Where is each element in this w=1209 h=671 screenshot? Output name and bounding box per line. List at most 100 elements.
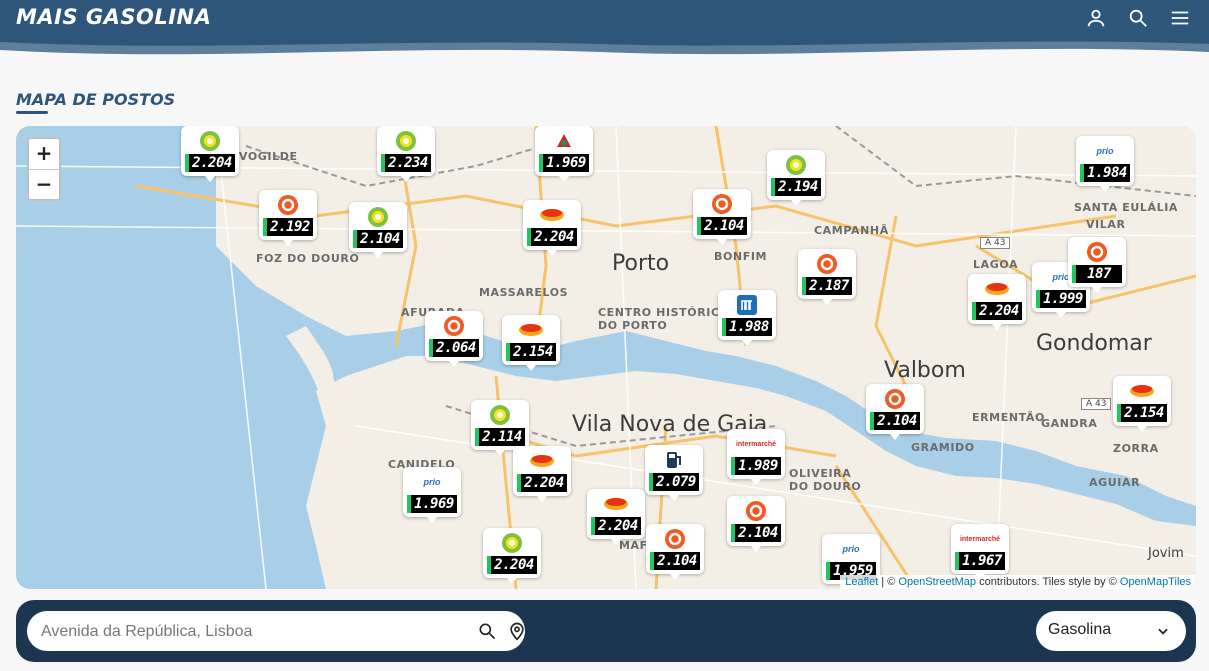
menu-icon[interactable] [1169, 7, 1191, 29]
station-marker-bp[interactable]: 2.204 [181, 126, 239, 182]
station-marker-bp[interactable]: 2.234 [377, 126, 435, 182]
location-pin-icon[interactable] [507, 621, 527, 641]
station-marker-repsol[interactable]: 2.154 [1113, 376, 1171, 432]
fuel-type-select[interactable]: Gasolina [1036, 611, 1186, 651]
station-marker-prio[interactable]: prio 1.984 [1076, 136, 1134, 192]
place-label: CENTRO HISTÓRICO [598, 306, 730, 319]
city-label: Jovim [1148, 546, 1184, 561]
bp-logo-icon [471, 404, 529, 426]
header-wave [0, 34, 1209, 55]
chevron-down-icon [1158, 628, 1168, 635]
attribution-middle: contributors. Tiles style by © [976, 576, 1120, 588]
place-label: ZORRA [1113, 442, 1159, 455]
station-price: 2.187 [802, 277, 852, 295]
station-marker-intermarche[interactable]: intermarché 1.967 [951, 524, 1009, 580]
station-marker-galp[interactable]: 2.104 [866, 384, 924, 440]
station-marker-galp[interactable]: 2.187 [798, 249, 856, 305]
station-price: 2.204 [517, 474, 567, 492]
station-marker-repsol[interactable]: 2.204 [523, 200, 581, 256]
galp-logo-icon [727, 500, 785, 522]
station-price: 2.204 [591, 517, 641, 535]
station-price: 1.989 [731, 457, 781, 475]
search-box [27, 611, 525, 651]
station-price: 2.154 [1117, 404, 1167, 422]
stations-map[interactable]: + − NEVOGILDE FOZ DO DOURO CAMPANHÃ BONFIM C… [16, 126, 1196, 589]
station-marker-repsol[interactable]: 2.204 [968, 274, 1026, 330]
search-icon[interactable] [1127, 7, 1149, 29]
station-price: 2.104 [697, 217, 747, 235]
bp-logo-icon [767, 154, 825, 176]
place-label: GRAMIDO [911, 441, 975, 454]
station-price: 1.984 [1080, 164, 1130, 182]
station-marker-moeve[interactable]: 1.988 [718, 290, 776, 346]
station-price: 2.104 [731, 524, 781, 542]
station-price: 1.969 [407, 495, 457, 513]
station-marker-repsol[interactable]: 2.204 [587, 489, 645, 545]
osm-link[interactable]: OpenStreetMap [898, 576, 976, 588]
station-marker-galp[interactable]: 2.104 [727, 496, 785, 552]
station-price: 2.204 [972, 302, 1022, 320]
repsol-logo-icon [587, 493, 645, 515]
place-label: DO PORTO [598, 319, 668, 332]
station-price: 2.204 [185, 154, 235, 172]
station-price: 2.192 [263, 218, 313, 236]
station-price: 1.999 [1036, 290, 1086, 308]
station-marker-repsol[interactable]: 2.204 [513, 446, 571, 502]
place-label: CAMPANHÃ [814, 224, 889, 237]
zoom-in-button[interactable]: + [29, 139, 59, 170]
repsol-logo-icon [523, 204, 581, 226]
road-shield: A 43 [1081, 398, 1112, 410]
user-icon[interactable] [1085, 7, 1107, 29]
place-label: VILAR [1086, 218, 1126, 231]
bp-logo-icon [181, 130, 239, 152]
station-price: 1.988 [722, 318, 772, 336]
galp-logo-icon [866, 388, 924, 410]
omt-link[interactable]: OpenMapTiles [1120, 576, 1191, 588]
station-price: 1.969 [539, 154, 589, 172]
station-marker-repsol[interactable]: 2.154 [502, 315, 560, 371]
station-price: 2.204 [487, 556, 537, 574]
galp-logo-icon [259, 194, 317, 216]
place-label: LAGOA [973, 258, 1019, 271]
place-label: SANTA EULÁLIA [1074, 201, 1179, 214]
station-marker-galp[interactable]: 2.104 [693, 189, 751, 245]
station-marker-galp[interactable]: 2.064 [425, 311, 483, 367]
search-icon[interactable] [477, 621, 497, 641]
place-label: AGUIAR [1089, 476, 1141, 489]
station-price: 187 [1072, 265, 1122, 283]
station-marker-bp[interactable]: 2.114 [471, 400, 529, 456]
prio-logo-icon: prio [1096, 146, 1114, 156]
station-marker-bp[interactable]: 2.104 [349, 202, 407, 258]
top-header: MAIS GASOLINA [0, 0, 1209, 38]
repsol-logo-icon [502, 319, 560, 341]
station-marker-galp[interactable]: 2.192 [259, 190, 317, 246]
galp-logo-icon [798, 253, 856, 275]
station-marker-galp[interactable]: 187 [1068, 237, 1126, 293]
station-marker-bp[interactable]: 2.204 [483, 528, 541, 584]
zoom-control: + − [27, 137, 61, 201]
station-marker-alves-bandeira[interactable]: 1.969 [535, 126, 593, 182]
station-marker-bp[interactable]: 2.194 [767, 150, 825, 206]
station-marker-pump[interactable]: 2.079 [645, 445, 703, 501]
zoom-out-button[interactable]: − [29, 170, 59, 200]
station-marker-intermarche[interactable]: intermarché 1.989 [727, 429, 785, 485]
place-label: BONFIM [714, 250, 768, 263]
station-marker-prio[interactable]: prio 1.969 [403, 467, 461, 523]
logo[interactable]: MAIS GASOLINA [16, 5, 211, 29]
moeve-logo-icon [718, 294, 776, 316]
title-underline [16, 111, 48, 114]
galp-logo-icon [646, 528, 704, 550]
station-marker-galp[interactable]: 2.104 [646, 524, 704, 580]
intermarche-logo-icon: intermarché [959, 535, 1001, 543]
leaflet-link[interactable]: Leaflet [845, 576, 878, 588]
address-search-input[interactable] [39, 619, 443, 645]
bp-logo-icon [377, 130, 435, 152]
station-price: 2.104 [650, 552, 700, 570]
repsol-logo-icon [1113, 380, 1171, 402]
place-label: MASSARELOS [479, 286, 569, 299]
intermarche-logo-icon: intermarché [735, 440, 777, 448]
place-label: ERMENTÃO [972, 411, 1045, 424]
station-price: 2.079 [649, 473, 699, 491]
place-label: GANDRA [1041, 417, 1098, 430]
fuel-type-value: Gasolina [1048, 621, 1112, 638]
